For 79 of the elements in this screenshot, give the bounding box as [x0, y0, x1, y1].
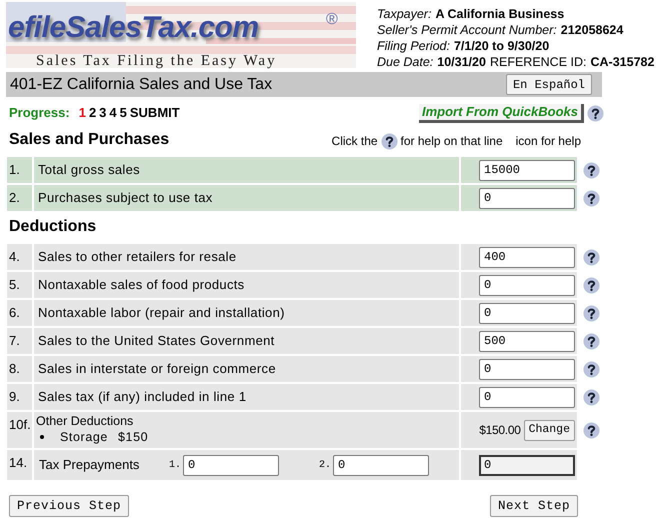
line-label: Tax Prepayments — [39, 456, 140, 474]
input-field[interactable]: 0 — [479, 358, 575, 380]
bullet-icon — [40, 435, 44, 439]
help-icon[interactable] — [587, 104, 604, 122]
line-label: Nontaxable sales of food products — [38, 276, 244, 294]
next-step-button[interactable]: Next Step — [490, 495, 578, 517]
line-number-cell: 2. — [7, 185, 32, 211]
info-value: 10/31/20 — [437, 54, 486, 70]
line-number-cell: 7. — [7, 328, 32, 354]
input-field[interactable]: 0 — [479, 188, 575, 208]
line-number-cell: 9. — [7, 384, 32, 410]
info-value: 212058624 — [560, 22, 624, 38]
line-label: Purchases subject to use tax — [38, 189, 213, 208]
previous-step-button[interactable]: Previous Step — [9, 495, 130, 517]
registered-mark: ® — [326, 10, 338, 30]
line-number-cell: 1. — [7, 157, 32, 183]
deduction-amount: $150 — [118, 429, 148, 445]
line-number-cell: 14. — [7, 450, 32, 480]
line-label: Other Deductions — [36, 414, 134, 429]
line-label: Sales in interstate or foreign commerce — [38, 360, 276, 378]
help-hint-text: for help on that line — [400, 133, 503, 150]
progress-label: Progress: — [9, 104, 70, 122]
deduction-total: $150.00 — [479, 422, 521, 439]
info-value: CA-315782 — [590, 54, 654, 70]
line-number-cell: 8. — [7, 356, 32, 382]
input-field[interactable]: 0 — [479, 302, 575, 324]
help-icon[interactable] — [380, 132, 398, 150]
line-label: Sales to the United States Government — [38, 332, 275, 350]
progress-step[interactable]: 3 — [99, 103, 106, 123]
help-icon[interactable] — [582, 248, 600, 266]
help-icon[interactable] — [582, 360, 600, 378]
help-icon[interactable] — [582, 388, 600, 406]
input-field[interactable]: 15000 — [479, 160, 575, 180]
section-heading: Sales and Purchases — [9, 130, 170, 150]
language-button[interactable]: En Español — [506, 74, 592, 95]
help-icon[interactable] — [582, 276, 600, 294]
input-field[interactable]: 0 — [479, 274, 575, 296]
field-label: 2. — [319, 458, 332, 472]
input-field[interactable]: 0 — [333, 454, 430, 476]
import-button[interactable]: Import From QuickBooks — [418, 104, 584, 122]
line-number-cell: 6. — [7, 300, 32, 326]
page-title: 401-EZ California Sales and Use Tax — [10, 74, 272, 94]
help-hint-text: icon for help — [516, 133, 581, 150]
line-number-cell: 10f. — [7, 412, 32, 448]
change-button[interactable]: Change — [524, 420, 575, 440]
help-icon[interactable] — [582, 190, 600, 206]
info-label: Filing Period: — [377, 38, 450, 54]
help-icon[interactable] — [582, 422, 600, 438]
line-label: Sales tax (if any) included in line 1 — [38, 388, 246, 406]
info-label: Due Date: — [377, 54, 434, 70]
help-icon[interactable] — [582, 162, 600, 178]
logo-text: efileSalesTax.com — [8, 10, 259, 46]
line-number-cell: 5. — [7, 272, 32, 298]
line-label: Sales to other retailers for resale — [38, 248, 236, 266]
logo-tagline: Sales Tax Filing the Easy Way — [36, 52, 277, 71]
line-label: Total gross sales — [38, 161, 140, 180]
progress-step[interactable]: 4 — [109, 103, 117, 123]
help-icon[interactable] — [582, 304, 600, 322]
progress-step[interactable]: 5 — [120, 103, 127, 123]
deduction-name: Storage — [60, 429, 108, 445]
input-field[interactable]: 0 — [183, 454, 280, 476]
section-heading: Deductions — [9, 217, 96, 237]
progress-step[interactable]: 1 — [78, 103, 86, 123]
line-number-cell: 4. — [7, 244, 32, 270]
info-label: Taxpayer: — [377, 6, 432, 22]
line-label: Nontaxable labor (repair and installation) — [38, 304, 285, 322]
info-label: Seller's Permit Account Number: — [377, 22, 557, 38]
progress-step[interactable]: SUBMIT — [130, 103, 180, 123]
help-hint-text: Click the — [332, 133, 378, 150]
info-value: A California Business — [435, 6, 564, 22]
progress-step[interactable]: 2 — [88, 103, 96, 123]
info-value: 7/1/20 to 9/30/20 — [454, 38, 550, 54]
help-icon[interactable] — [582, 332, 600, 350]
input-field[interactable]: 400 — [479, 246, 575, 268]
field-label: 1. — [169, 458, 182, 472]
input-field[interactable]: 500 — [479, 330, 575, 352]
input-field[interactable]: 0 — [479, 386, 575, 408]
total-field[interactable]: 0 — [479, 454, 575, 476]
info-label: REFERENCE ID: — [490, 54, 586, 70]
